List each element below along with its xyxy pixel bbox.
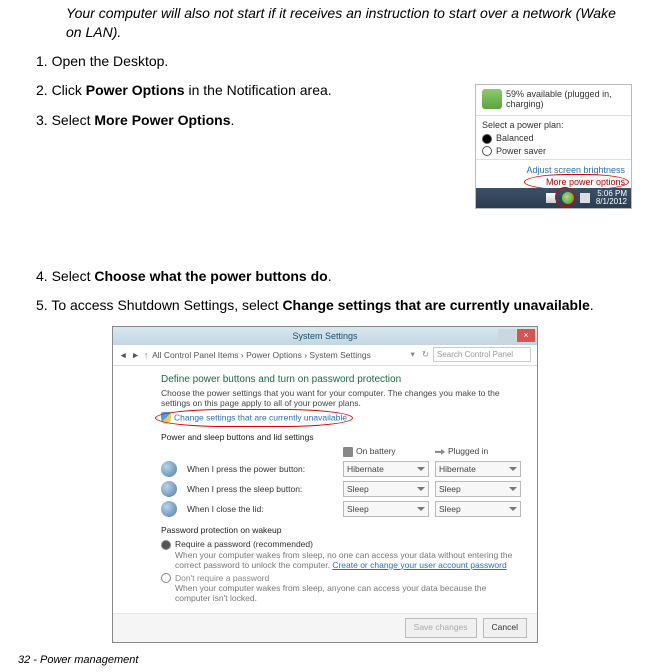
battery-status-text: 59% available (plugged in, charging) <box>506 89 625 109</box>
row-sleep-label: When I press the sleep button: <box>187 484 337 494</box>
step-5-pre: 5. To access Shutdown Settings, select <box>36 297 282 313</box>
power-settings-grid: On battery Plugged in When I press the p… <box>161 446 515 517</box>
content-subtext: Choose the power settings that you want … <box>161 388 515 408</box>
step-4-pre: 4. Select <box>36 268 94 284</box>
step-4: 4. Select Choose what the power buttons … <box>36 267 632 287</box>
screenshot-power-popup: 59% available (plugged in, charging) Sel… <box>475 84 632 209</box>
chevron-down-icon <box>509 467 517 471</box>
step-5-post: . <box>590 297 594 313</box>
tray-clock[interactable]: 5:06 PM8/1/2012 <box>596 190 627 206</box>
select-plan-label: Select a power plan: <box>476 120 631 132</box>
battery-icon <box>343 447 353 457</box>
tray-power-icon[interactable] <box>562 192 574 204</box>
chevron-down-icon <box>509 507 517 511</box>
step-5-bold: Change settings that are currently unava… <box>282 297 589 313</box>
lid-plugged-select[interactable]: Sleep <box>435 501 521 517</box>
change-settings-link[interactable]: Change settings that are currently unava… <box>161 412 347 424</box>
tray-flag-icon[interactable] <box>546 193 556 203</box>
pw-noreq-option: Don't require a password When your compu… <box>161 573 515 604</box>
plan-power-saver[interactable]: Power saver <box>476 145 631 158</box>
section-password-title: Password protection on wakeup <box>161 525 515 535</box>
radio-noreq[interactable] <box>161 573 171 583</box>
breadcrumb[interactable]: All Control Panel Items › Power Options … <box>152 350 406 360</box>
step-5: 5. To access Shutdown Settings, select C… <box>36 296 632 316</box>
window-titlebar: System Settings × <box>113 327 537 345</box>
pw-require-option: Require a password (recommended) When yo… <box>161 539 515 570</box>
step-2-post: in the Notification area. <box>185 82 332 98</box>
power-button-icon <box>161 461 177 477</box>
intro-note: Your computer will also not start if it … <box>66 4 632 42</box>
section-buttons-title: Power and sleep buttons and lid settings <box>161 432 515 442</box>
window-nav: ◄ ► ↑ All Control Panel Items › Power Op… <box>113 345 537 366</box>
button-row: Save changes Cancel <box>113 613 537 642</box>
window-title: System Settings <box>292 331 357 341</box>
step-2-pre: 2. Click <box>36 82 86 98</box>
save-button[interactable]: Save changes <box>405 618 477 638</box>
radio-require[interactable] <box>161 540 171 550</box>
step-2-bold: Power Options <box>86 82 185 98</box>
step-4-bold: Choose what the power buttons do <box>94 268 327 284</box>
step-4-post: . <box>328 268 332 284</box>
pw-require-desc: When your computer wakes from sleep, no … <box>175 550 515 570</box>
step-3-bold: More Power Options <box>94 112 230 128</box>
chevron-down-icon <box>417 467 425 471</box>
nav-fwd-icon[interactable]: ► <box>131 350 139 360</box>
close-button[interactable]: × <box>517 329 535 342</box>
search-input[interactable]: Search Control Panel <box>433 347 531 362</box>
adjust-brightness-link[interactable]: Adjust screen brightness <box>476 164 631 176</box>
chevron-down-icon <box>509 487 517 491</box>
plug-icon <box>435 447 445 457</box>
shield-icon <box>161 412 171 424</box>
change-settings-text: Change settings that are currently unava… <box>174 412 347 422</box>
col-on-battery: On battery <box>343 446 429 457</box>
step-1: 1. Open the Desktop. <box>36 52 632 72</box>
tray-volume-icon[interactable] <box>580 193 590 203</box>
minimize-button[interactable] <box>498 329 516 342</box>
plan-balanced[interactable]: Balanced <box>476 132 631 145</box>
radio-balanced <box>482 134 492 144</box>
chevron-down-icon <box>417 487 425 491</box>
more-power-options-link[interactable]: More power options <box>546 177 625 187</box>
page-footer: 32 - Power management <box>18 654 138 666</box>
sleep-button-icon <box>161 481 177 497</box>
row-power-label: When I press the power button: <box>187 464 337 474</box>
pw-noreq-title: Don't require a password <box>175 573 269 583</box>
taskbar: 5:06 PM8/1/2012 <box>476 188 631 208</box>
lid-icon <box>161 501 177 517</box>
pw-noreq-desc: When your computer wakes from sleep, any… <box>175 583 515 603</box>
sleep-battery-select[interactable]: Sleep <box>343 481 429 497</box>
sleep-plugged-select[interactable]: Sleep <box>435 481 521 497</box>
col-plugged-in: Plugged in <box>435 446 521 457</box>
power-plugged-select[interactable]: Hibernate <box>435 461 521 477</box>
radio-saver <box>482 146 492 156</box>
create-password-link[interactable]: Create or change your user account passw… <box>332 560 506 570</box>
nav-back-icon[interactable]: ◄ <box>119 350 127 360</box>
battery-status-icon <box>482 89 502 109</box>
step-3-post: . <box>231 112 235 128</box>
cancel-button[interactable]: Cancel <box>483 618 527 638</box>
screenshot-system-settings: System Settings × ◄ ► ↑ All Control Pane… <box>112 326 538 644</box>
chevron-down-icon <box>417 507 425 511</box>
nav-up-icon[interactable]: ↑ <box>144 350 148 360</box>
step-3-pre: 3. Select <box>36 112 94 128</box>
pw-require-title: Require a password (recommended) <box>175 539 313 549</box>
power-battery-select[interactable]: Hibernate <box>343 461 429 477</box>
content-heading: Define power buttons and turn on passwor… <box>161 374 515 385</box>
lid-battery-select[interactable]: Sleep <box>343 501 429 517</box>
row-lid-label: When I close the lid: <box>187 504 337 514</box>
